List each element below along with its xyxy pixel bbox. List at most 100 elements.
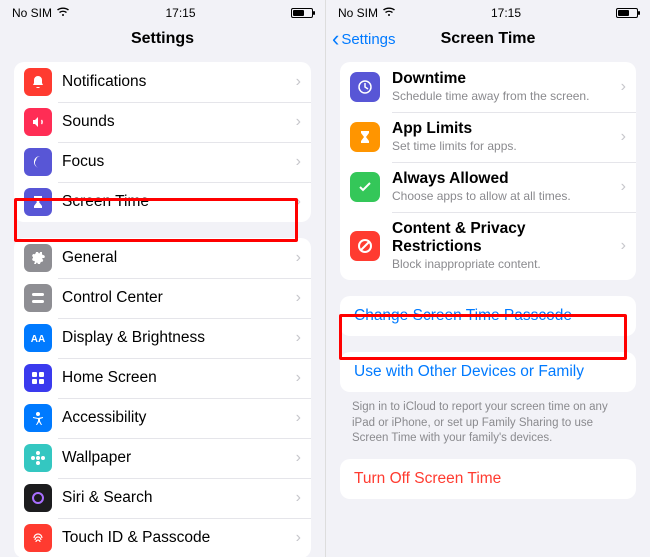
row-always-allowed[interactable]: Always Allowed Choose apps to allow at a… <box>340 162 636 212</box>
row-app-limits[interactable]: App Limits Set time limits for apps. › <box>340 112 636 162</box>
chevron-right-icon: › <box>296 153 301 171</box>
row-label: Turn Off Screen Time <box>354 470 501 488</box>
content: Downtime Schedule time away from the scr… <box>326 56 650 557</box>
row-label: Siri & Search <box>62 489 152 507</box>
battery-icon <box>291 8 313 18</box>
row-notifications[interactable]: Notifications › <box>14 62 311 102</box>
row-label: Screen Time <box>62 193 149 211</box>
person-icon <box>24 404 52 432</box>
row-label: Change Screen Time Passcode <box>354 307 572 325</box>
bell-icon <box>24 68 52 96</box>
row-siri-search[interactable]: Siri & Search › <box>14 478 311 518</box>
row-label: Notifications <box>62 73 146 91</box>
chevron-right-icon: › <box>296 113 301 131</box>
row-content-privacy[interactable]: Content & Privacy Restrictions Block ina… <box>340 212 636 280</box>
row-title: App Limits <box>392 120 615 138</box>
content: Notifications › Sounds › Focus › <box>0 56 325 557</box>
moon-icon <box>24 148 52 176</box>
turn-off-group: Turn Off Screen Time <box>340 459 636 499</box>
chevron-right-icon: › <box>296 329 301 347</box>
back-button[interactable]: ‹ Settings <box>332 22 396 56</box>
chevron-right-icon: › <box>296 449 301 467</box>
page-title: Settings <box>131 30 194 48</box>
chevron-right-icon: › <box>296 409 301 427</box>
flower-icon <box>24 444 52 472</box>
aa-icon: AA <box>24 324 52 352</box>
row-accessibility[interactable]: Accessibility › <box>14 398 311 438</box>
svg-text:AA: AA <box>31 334 45 345</box>
chevron-right-icon: › <box>621 237 626 255</box>
row-label: Focus <box>62 153 104 171</box>
row-touchid-passcode[interactable]: Touch ID & Passcode › <box>14 518 311 557</box>
chevron-right-icon: › <box>296 73 301 91</box>
row-focus[interactable]: Focus › <box>14 142 311 182</box>
nav-bar: ‹ Settings Screen Time <box>326 22 650 56</box>
row-label: Accessibility <box>62 409 146 427</box>
chevron-right-icon: › <box>621 78 626 96</box>
hourglass-icon <box>350 122 380 152</box>
clock-text: 17:15 <box>491 6 521 20</box>
chevron-right-icon: › <box>296 193 301 211</box>
siri-icon <box>24 484 52 512</box>
status-bar: No SIM 17:15 <box>326 0 650 22</box>
chevron-right-icon: › <box>296 369 301 387</box>
row-label: Home Screen <box>62 369 157 387</box>
family-note: Sign in to iCloud to report your screen … <box>326 396 650 459</box>
grid-icon <box>24 364 52 392</box>
nosign-icon <box>350 231 380 261</box>
hourglass-icon <box>24 188 52 216</box>
page-title: Screen Time <box>441 30 536 48</box>
row-label: General <box>62 249 117 267</box>
turn-off-button[interactable]: Turn Off Screen Time <box>340 459 636 499</box>
settings-screen: No SIM 17:15 Settings Notifications <box>0 0 325 557</box>
row-label: Use with Other Devices or Family <box>354 363 584 381</box>
row-screen-time[interactable]: Screen Time › <box>14 182 311 222</box>
row-title: Always Allowed <box>392 170 615 188</box>
row-title: Downtime <box>392 70 615 88</box>
gear-icon <box>24 244 52 272</box>
row-label: Sounds <box>62 113 115 131</box>
row-sounds[interactable]: Sounds › <box>14 102 311 142</box>
clock-text: 17:15 <box>165 6 195 20</box>
settings-group-2: General › Control Center › AA Display & … <box>14 238 311 557</box>
row-wallpaper[interactable]: Wallpaper › <box>14 438 311 478</box>
row-display-brightness[interactable]: AA Display & Brightness › <box>14 318 311 358</box>
screen-time-screen: No SIM 17:15 ‹ Settings Screen Time <box>325 0 650 557</box>
chevron-right-icon: › <box>296 249 301 267</box>
change-passcode-button[interactable]: Change Screen Time Passcode <box>340 296 636 336</box>
row-general[interactable]: General › <box>14 238 311 278</box>
use-family-button[interactable]: Use with Other Devices or Family <box>340 352 636 392</box>
change-passcode-group: Change Screen Time Passcode <box>340 296 636 336</box>
status-bar: No SIM 17:15 <box>0 0 325 22</box>
wifi-icon <box>382 6 396 20</box>
wifi-icon <box>56 6 70 20</box>
check-icon <box>350 172 380 202</box>
settings-group-1: Notifications › Sounds › Focus › <box>14 62 311 222</box>
chevron-right-icon: › <box>296 289 301 307</box>
carrier-text: No SIM <box>338 6 378 20</box>
row-subtitle: Set time limits for apps. <box>392 139 615 154</box>
nav-bar: Settings <box>0 22 325 56</box>
clock-icon <box>350 72 380 102</box>
carrier-text: No SIM <box>12 6 52 20</box>
row-label: Touch ID & Passcode <box>62 529 210 547</box>
switches-icon <box>24 284 52 312</box>
battery-icon <box>616 8 638 18</box>
chevron-right-icon: › <box>296 529 301 547</box>
row-control-center[interactable]: Control Center › <box>14 278 311 318</box>
row-label: Wallpaper <box>62 449 131 467</box>
fingerprint-icon <box>24 524 52 552</box>
use-family-group: Use with Other Devices or Family <box>340 352 636 392</box>
row-label: Display & Brightness <box>62 329 205 347</box>
speaker-icon <box>24 108 52 136</box>
chevron-right-icon: › <box>621 178 626 196</box>
row-subtitle: Block inappropriate content. <box>392 257 615 272</box>
chevron-right-icon: › <box>621 128 626 146</box>
back-label: Settings <box>341 31 395 48</box>
row-label: Control Center <box>62 289 163 307</box>
row-title: Content & Privacy Restrictions <box>392 220 615 256</box>
row-downtime[interactable]: Downtime Schedule time away from the scr… <box>340 62 636 112</box>
row-home-screen[interactable]: Home Screen › <box>14 358 311 398</box>
row-subtitle: Choose apps to allow at all times. <box>392 189 615 204</box>
features-group: Downtime Schedule time away from the scr… <box>340 62 636 280</box>
